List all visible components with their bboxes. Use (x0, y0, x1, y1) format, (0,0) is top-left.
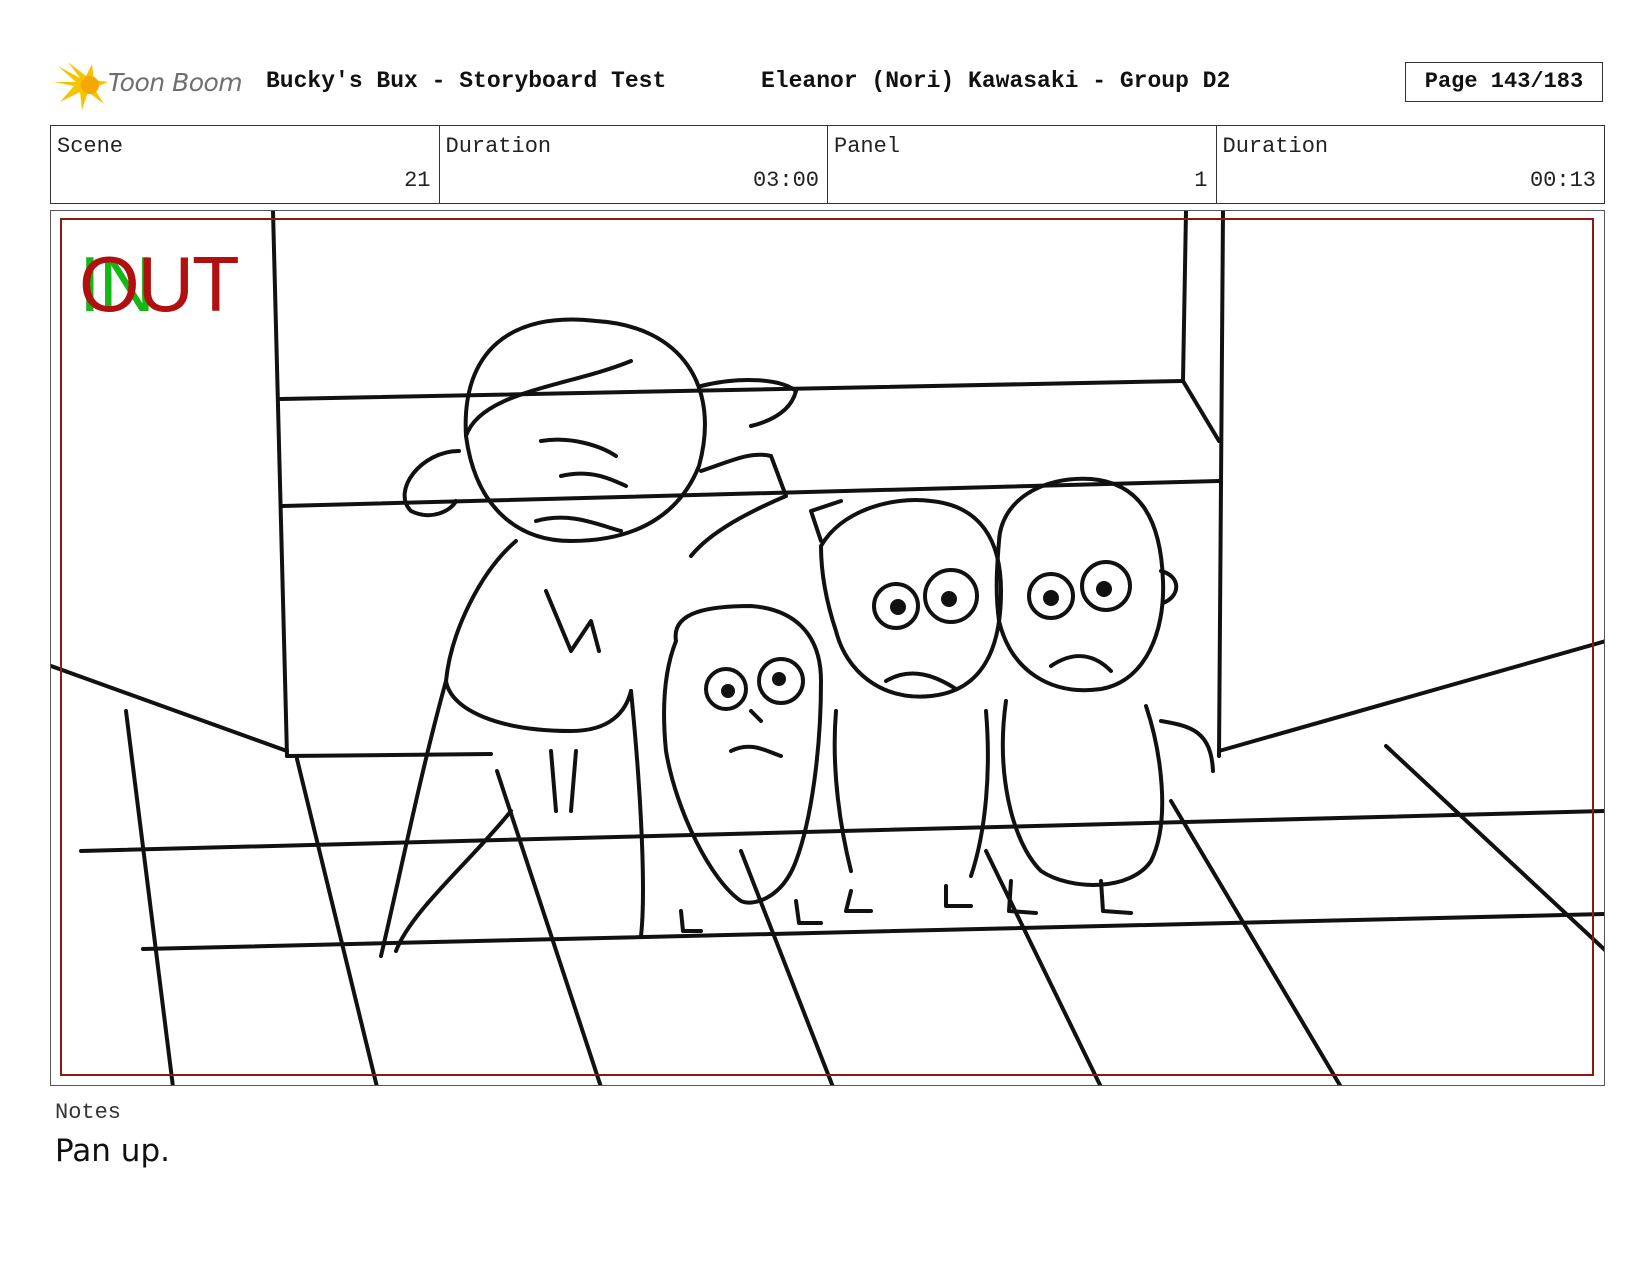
scene-label: Scene (57, 134, 124, 159)
scene-duration-value: 03:00 (752, 168, 819, 193)
in-out-marker: IN OUT (79, 239, 259, 329)
page-number: Page 143/183 (1405, 62, 1603, 102)
notes-text: Pan up. (55, 1133, 170, 1169)
panel-duration-cell: Duration 00:13 (1217, 126, 1605, 203)
storyboard-panel: IN OUT (50, 210, 1605, 1086)
panel-cell: Panel 1 (828, 126, 1217, 203)
scene-info-row: Scene 21 Duration 03:00 Panel 1 Duration… (50, 125, 1605, 204)
panel-value: 1 (1194, 168, 1208, 193)
scene-cell: Scene 21 (51, 126, 440, 203)
notes-label: Notes (55, 1100, 122, 1125)
toon-boom-logo: Toon Boom (54, 58, 254, 112)
safe-frame (60, 218, 1594, 1076)
scene-value: 21 (404, 168, 431, 193)
panel-duration-value: 00:13 (1529, 168, 1596, 193)
project-title: Bucky's Bux - Storyboard Test (266, 68, 667, 94)
panel-label: Panel (834, 134, 901, 159)
logo-text: Toon Boom (108, 68, 243, 97)
panel-duration-label: Duration (1222, 134, 1329, 159)
storyboard-header: Toon Boom Bucky's Bux - Storyboard Test … (50, 56, 1605, 114)
starburst-icon (54, 62, 108, 110)
scene-duration-cell: Duration 03:00 (440, 126, 828, 203)
out-marker: OUT (79, 240, 240, 328)
artist-name: Eleanor (Nori) Kawasaki - Group D2 (761, 68, 1231, 94)
scene-duration-label: Duration (445, 134, 552, 159)
